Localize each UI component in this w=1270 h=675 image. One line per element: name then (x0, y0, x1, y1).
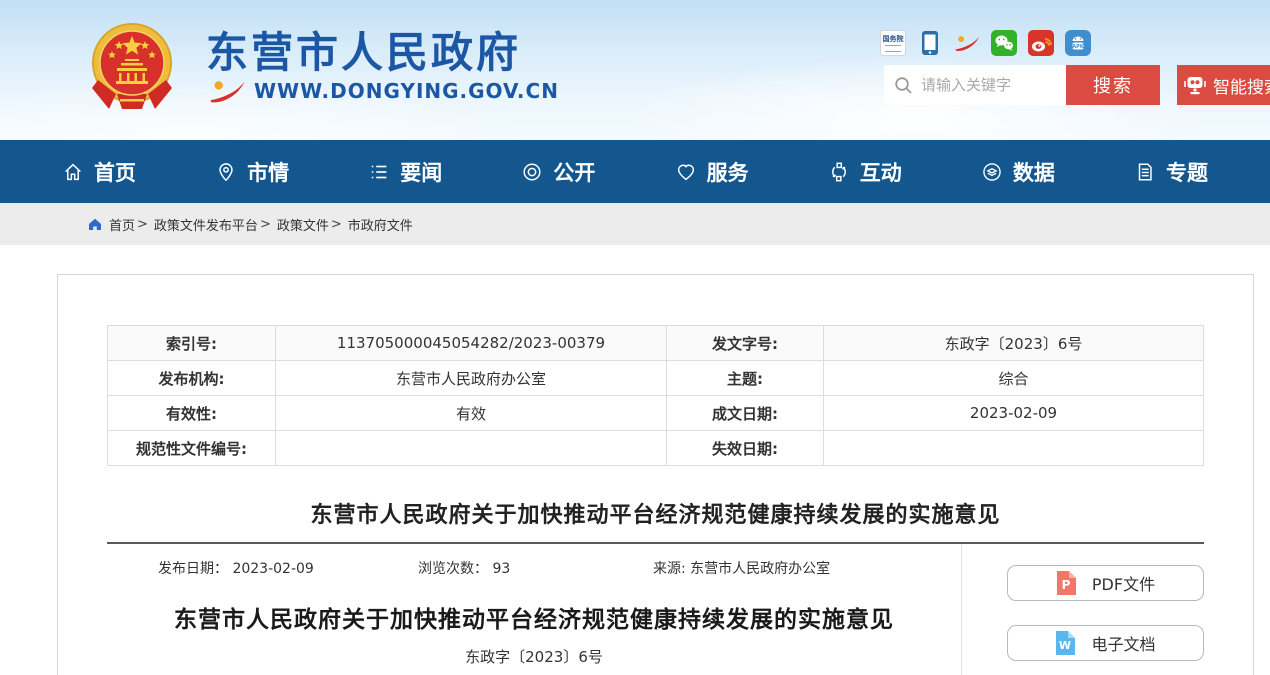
source-value: 东营市人民政府办公室 (690, 561, 830, 577)
search-bar: 搜索 (884, 65, 1160, 105)
table-row: 有效性: 有效 成文日期: 2023-02-09 (108, 396, 1204, 431)
nav-item-city[interactable]: 市情 (215, 157, 289, 187)
document-title: 东营市人民政府关于加快推动平台经济规范健康持续发展的实施意见 (107, 600, 961, 634)
quick-links: 国务院 (880, 30, 1091, 56)
article-area: 发布日期： 2023-02-09 浏览次数： 93 来源: 东营市人民政府办公室… (107, 544, 962, 675)
pdf-download-button[interactable]: P PDF文件 (1007, 565, 1204, 601)
site-url: WWW.DONGYING.GOV.CN (254, 79, 559, 103)
nav-item-news[interactable]: 要闻 (368, 157, 442, 187)
meta-value-date: 2023-02-09 (824, 396, 1204, 431)
document-number: 东政字〔2023〕6号 (107, 646, 961, 667)
pdf-file-icon: P (1056, 570, 1077, 596)
app-text: APK (1072, 44, 1085, 50)
map-pin-icon (215, 161, 237, 183)
meta-label-agency: 发布机构: (108, 361, 276, 396)
gov-client-icon[interactable]: 国务院 (880, 30, 906, 56)
site-mark-icon[interactable] (954, 30, 980, 56)
page: { "header": { "site_title": "东营市人民政府", "… (0, 0, 1270, 675)
views-label: 浏览次数： (418, 561, 488, 577)
breadcrumb-home-icon (88, 218, 102, 231)
nav-item-services[interactable]: 服务 (675, 157, 749, 187)
svg-text:P: P (1062, 578, 1071, 592)
meta-label-normative-no: 规范性文件编号: (108, 431, 276, 466)
search-input[interactable] (921, 76, 1059, 94)
exchange-icon (828, 161, 850, 183)
meta-label-index: 索引号: (108, 326, 276, 361)
meta-label-topic: 主题: (667, 361, 824, 396)
nav-item-disclosure[interactable]: 公开 (521, 157, 595, 187)
circle-eye-icon (521, 161, 543, 183)
document-list-title: 东营市人民政府关于加快推动平台经济规范健康持续发展的实施意见 (107, 497, 1204, 529)
meta-value-expiry (824, 431, 1204, 466)
meta-value-index: 113705000045054282/2023-00379 (276, 326, 667, 361)
word-file-icon: W (1055, 630, 1076, 656)
nav-item-interaction[interactable]: 互动 (828, 157, 902, 187)
table-row: 索引号: 113705000045054282/2023-00379 发文字号:… (108, 326, 1204, 361)
layers-icon (981, 161, 1003, 183)
publish-date-label: 发布日期： (158, 561, 228, 577)
search-button[interactable]: 搜索 (1066, 65, 1160, 105)
logo-swoosh-icon (208, 79, 246, 103)
document-card: 索引号: 113705000045054282/2023-00379 发文字号:… (57, 274, 1254, 675)
smart-search-button[interactable]: 智能搜索 (1177, 65, 1270, 105)
wechat-icon[interactable] (991, 30, 1017, 56)
meta-value-validity: 有效 (276, 396, 667, 431)
app-download-icon[interactable]: APK (1065, 30, 1091, 56)
publish-date: 2023-02-09 (232, 561, 313, 577)
page-body: 索引号: 113705000045054282/2023-00379 发文字号:… (0, 245, 1270, 675)
weibo-icon[interactable] (1028, 30, 1054, 56)
nav-item-home[interactable]: 首页 (62, 157, 136, 187)
pdf-button-label: PDF文件 (1092, 571, 1155, 595)
search-icon (894, 76, 913, 95)
breadcrumb: 首页 > 政策文件发布平台 > 政策文件 > 市政府文件 (0, 203, 1270, 245)
list-icon (368, 161, 390, 183)
mobile-icon[interactable] (917, 30, 943, 56)
meta-label-validity: 有效性: (108, 396, 276, 431)
search-box (884, 65, 1066, 105)
breadcrumb-current[interactable]: 市政府文件 (348, 215, 413, 234)
nav-item-topics[interactable]: 专题 (1134, 157, 1208, 187)
document-icon (1134, 161, 1156, 183)
word-button-label: 电子文档 (1091, 631, 1155, 655)
smart-search-label: 智能搜索 (1213, 73, 1270, 98)
meta-value-topic: 综合 (824, 361, 1204, 396)
site-header: 东营市人民政府 WWW.DONGYING.GOV.CN 国务院 (0, 0, 1270, 140)
doc-meta-table: 索引号: 113705000045054282/2023-00379 发文字号:… (107, 325, 1204, 466)
heart-icon (675, 161, 697, 183)
svg-text:W: W (1059, 639, 1071, 652)
meta-label-date: 成文日期: (667, 396, 824, 431)
meta-value-agency: 东营市人民政府办公室 (276, 361, 667, 396)
breadcrumb-link-home[interactable]: 首页 (109, 215, 135, 234)
nav-item-data[interactable]: 数据 (981, 157, 1055, 187)
site-title: 东营市人民政府 (206, 30, 559, 76)
meta-value-normative-no (276, 431, 667, 466)
meta-label-docno: 发文字号: (667, 326, 824, 361)
table-row: 发布机构: 东营市人民政府办公室 主题: 综合 (108, 361, 1204, 396)
attachments-panel: P PDF文件 W 电子文档 (962, 544, 1204, 675)
site-logo[interactable]: 东营市人民政府 WWW.DONGYING.GOV.CN (90, 22, 559, 114)
word-download-button[interactable]: W 电子文档 (1007, 625, 1204, 661)
article-meta-row: 发布日期： 2023-02-09 浏览次数： 93 来源: 东营市人民政府办公室 (107, 558, 961, 578)
meta-value-docno: 东政字〔2023〕6号 (824, 326, 1204, 361)
national-emblem-icon (90, 22, 174, 114)
meta-label-expiry: 失效日期: (667, 431, 824, 466)
table-row: 规范性文件编号: 失效日期: (108, 431, 1204, 466)
home-icon (62, 161, 84, 183)
robot-icon (1183, 73, 1207, 97)
breadcrumb-link-policy-files[interactable]: 政策文件 (277, 215, 329, 234)
views-count: 93 (492, 561, 510, 577)
source-label: 来源: (653, 561, 686, 577)
main-nav: 首页 市情 要闻 公开 服务 互动 (0, 140, 1270, 203)
breadcrumb-link-platform[interactable]: 政策文件发布平台 (154, 215, 258, 234)
